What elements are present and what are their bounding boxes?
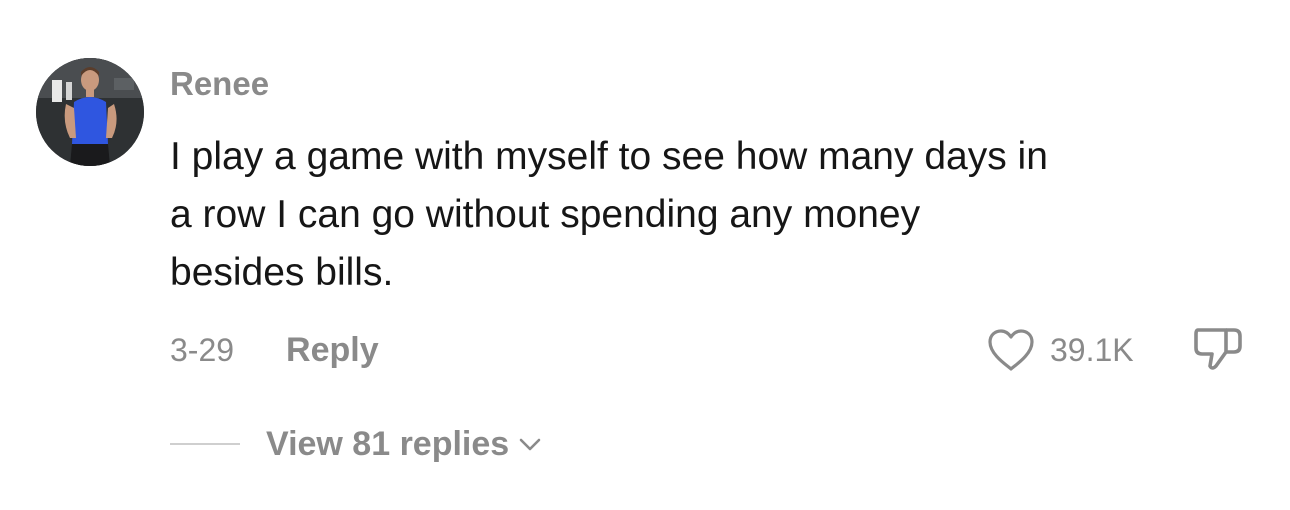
avatar-image	[36, 58, 144, 166]
like-group: 39.1K	[986, 324, 1134, 376]
comment-text-line: I play a game with myself to see how man…	[170, 135, 1048, 178]
heart-icon[interactable]	[986, 327, 1036, 373]
reply-button[interactable]: Reply	[286, 326, 379, 374]
comment-text: I play a game with myself to see how man…	[170, 128, 1250, 302]
comment-text-line: besides bills.	[170, 251, 394, 294]
avatar[interactable]	[36, 58, 144, 166]
thumbs-down-icon[interactable]	[1190, 320, 1246, 376]
view-replies-button[interactable]: View 81 replies	[266, 420, 543, 468]
comment-item: Renee I play a game with myself to see h…	[0, 0, 1290, 510]
replies-divider	[170, 443, 240, 445]
view-replies-label: View 81 replies	[266, 425, 510, 463]
comment-text-line: a row I can go without spending any mone…	[170, 193, 921, 236]
replies-row: View 81 replies	[170, 420, 543, 468]
chevron-down-icon	[519, 438, 541, 451]
comment-date: 3-29	[170, 332, 235, 368]
username[interactable]: Renee	[170, 62, 269, 106]
comment-meta-row: 3-29 Reply	[170, 326, 379, 374]
like-count: 39.1K	[1050, 332, 1134, 368]
